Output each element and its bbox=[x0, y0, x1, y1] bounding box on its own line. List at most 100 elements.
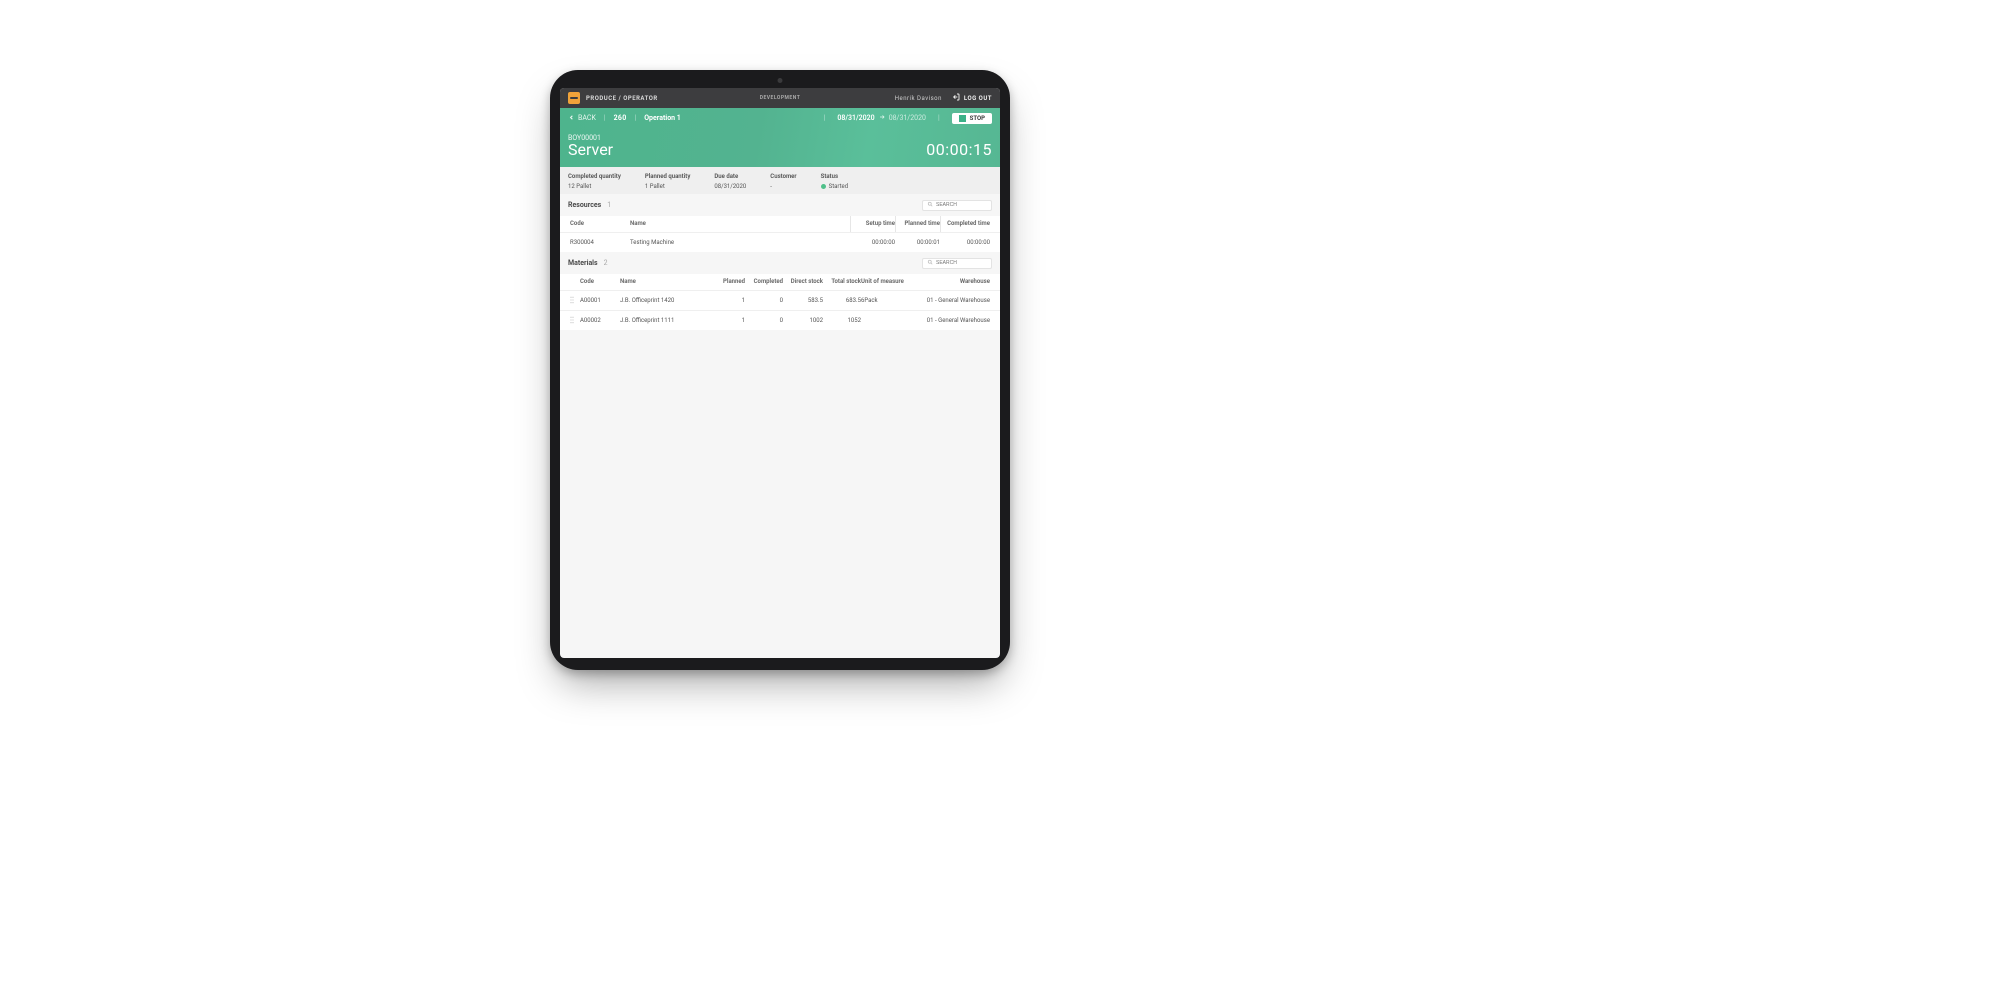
col-planned: Planned bbox=[710, 278, 745, 285]
cell-name: J.B. Officeprint 1420 bbox=[620, 297, 710, 304]
materials-search[interactable] bbox=[922, 258, 992, 269]
col-code: Code bbox=[580, 278, 620, 285]
canvas: PRODUCE / OPERATOR DEVELOPMENT Henrik Da… bbox=[0, 0, 2000, 1000]
materials-count: 2 bbox=[604, 259, 608, 267]
date-to: 08/31/2020 bbox=[889, 114, 926, 122]
brand-text: PRODUCE / OPERATOR bbox=[586, 95, 658, 102]
chevron-left-icon bbox=[568, 114, 575, 123]
info-value: 12 Pallet bbox=[568, 183, 621, 190]
col-setup-time: Setup time bbox=[850, 216, 895, 232]
resources-count: 1 bbox=[607, 201, 611, 209]
stop-label: STOP bbox=[970, 115, 985, 122]
info-value: 1 Pallet bbox=[645, 183, 691, 190]
device-camera bbox=[778, 78, 783, 83]
status-dot-icon bbox=[821, 184, 826, 189]
info-label: Due date bbox=[714, 173, 746, 180]
cell-setup-time: 00:00:00 bbox=[850, 239, 895, 246]
drag-handle-icon[interactable] bbox=[570, 316, 580, 324]
cell-planned-time: 00:00:01 bbox=[895, 239, 940, 246]
materials-search-input[interactable] bbox=[936, 260, 988, 266]
date-from: 08/31/2020 bbox=[837, 114, 874, 122]
environment-badge: DEVELOPMENT bbox=[760, 95, 801, 101]
tablet-frame: PRODUCE / OPERATOR DEVELOPMENT Henrik Da… bbox=[550, 70, 1010, 670]
header-separator: | bbox=[824, 114, 826, 122]
resources-search-input[interactable] bbox=[936, 202, 988, 208]
header-separator: | bbox=[635, 114, 637, 122]
resources-header-row: Code Name Setup time Planned time Comple… bbox=[560, 216, 1000, 232]
cell-code: A00001 bbox=[580, 297, 620, 304]
col-completed: Completed bbox=[745, 278, 783, 285]
col-planned-time: Planned time bbox=[895, 216, 940, 232]
operation-header-top-row: BACK | 260 | Operation 1 | 08/31/2020 08… bbox=[560, 108, 1000, 128]
col-total-stock: Total stock bbox=[823, 278, 861, 285]
cell-warehouse: 01 - General Warehouse bbox=[911, 317, 990, 324]
materials-table: Code Name Planned Completed Direct stock… bbox=[560, 274, 1000, 330]
resources-section-header: Resources 1 bbox=[560, 194, 1000, 216]
col-code: Code bbox=[570, 220, 630, 227]
cell-planned: 1 bbox=[710, 317, 745, 324]
cell-completed: 0 bbox=[745, 317, 783, 324]
elapsed-timer: 00:00:15 bbox=[926, 140, 992, 159]
info-due-date: Due date 08/31/2020 bbox=[714, 173, 746, 190]
search-icon bbox=[927, 201, 933, 209]
cell-code: A00002 bbox=[580, 317, 620, 324]
info-completed-qty: Completed quantity 12 Pallet bbox=[568, 173, 621, 190]
logout-button[interactable]: LOG OUT bbox=[952, 93, 992, 103]
col-direct-stock: Direct stock bbox=[783, 278, 823, 285]
info-status: Status Started bbox=[821, 173, 849, 190]
cell-planned: 1 bbox=[710, 297, 745, 304]
table-row[interactable]: A00002 J.B. Officeprint 1111 1 0 1002 10… bbox=[560, 310, 1000, 330]
status-text: Started bbox=[829, 183, 849, 190]
operation-header: BACK | 260 | Operation 1 | 08/31/2020 08… bbox=[560, 108, 1000, 167]
logout-icon bbox=[952, 93, 960, 103]
operation-header-title-row: BOY00001 Server 00:00:15 bbox=[560, 128, 1000, 167]
stop-button[interactable]: STOP bbox=[952, 113, 992, 124]
cell-warehouse: 01 - General Warehouse bbox=[911, 297, 990, 304]
app-topbar: PRODUCE / OPERATOR DEVELOPMENT Henrik Da… bbox=[560, 88, 1000, 108]
header-separator: | bbox=[938, 114, 940, 122]
cell-total-stock: 683.5 bbox=[823, 297, 861, 304]
drag-handle-icon[interactable] bbox=[570, 296, 580, 304]
materials-section-header: Materials 2 bbox=[560, 252, 1000, 274]
back-button[interactable]: BACK bbox=[568, 114, 596, 123]
resources-title: Resources bbox=[568, 201, 601, 209]
col-uom: Unit of measure bbox=[861, 278, 911, 285]
logout-label: LOG OUT bbox=[964, 95, 992, 102]
search-icon bbox=[927, 259, 933, 267]
operation-info-strip: Completed quantity 12 Pallet Planned qua… bbox=[560, 167, 1000, 194]
info-value: 08/31/2020 bbox=[714, 183, 746, 190]
back-label: BACK bbox=[578, 114, 596, 122]
col-name: Name bbox=[620, 278, 710, 285]
cell-completed: 0 bbox=[745, 297, 783, 304]
materials-title: Materials bbox=[568, 259, 598, 267]
table-row[interactable]: A00001 J.B. Officeprint 1420 1 0 583.5 6… bbox=[560, 290, 1000, 310]
table-row[interactable]: R300004 Testing Machine 00:00:00 00:00:0… bbox=[560, 232, 1000, 252]
info-value: Started bbox=[821, 183, 849, 190]
item-code: BOY00001 bbox=[568, 134, 613, 142]
col-completed-time: Completed time bbox=[940, 216, 990, 232]
cell-uom: 6Pack bbox=[861, 297, 911, 304]
brand-logo-icon bbox=[568, 92, 580, 104]
order-number: 260 bbox=[614, 114, 627, 122]
stop-icon bbox=[959, 115, 966, 122]
cell-name: Testing Machine bbox=[630, 239, 850, 246]
info-label: Status bbox=[821, 173, 849, 180]
item-name: Server bbox=[568, 142, 613, 159]
arrow-right-icon bbox=[879, 114, 885, 122]
info-planned-qty: Planned quantity 1 Pallet bbox=[645, 173, 691, 190]
cell-code: R300004 bbox=[570, 239, 630, 246]
col-name: Name bbox=[630, 220, 850, 227]
cell-total-stock: 1052 bbox=[823, 317, 861, 324]
col-warehouse: Warehouse bbox=[911, 278, 990, 285]
cell-completed-time: 00:00:00 bbox=[940, 239, 990, 246]
cell-direct-stock: 583.5 bbox=[783, 297, 823, 304]
cell-direct-stock: 1002 bbox=[783, 317, 823, 324]
materials-header-row: Code Name Planned Completed Direct stock… bbox=[560, 274, 1000, 290]
info-value: - bbox=[770, 183, 796, 190]
resources-search[interactable] bbox=[922, 200, 992, 211]
info-label: Completed quantity bbox=[568, 173, 621, 180]
cell-name: J.B. Officeprint 1111 bbox=[620, 317, 710, 324]
app-screen: PRODUCE / OPERATOR DEVELOPMENT Henrik Da… bbox=[560, 88, 1000, 658]
operation-name: Operation 1 bbox=[644, 114, 681, 122]
header-separator: | bbox=[604, 114, 606, 122]
